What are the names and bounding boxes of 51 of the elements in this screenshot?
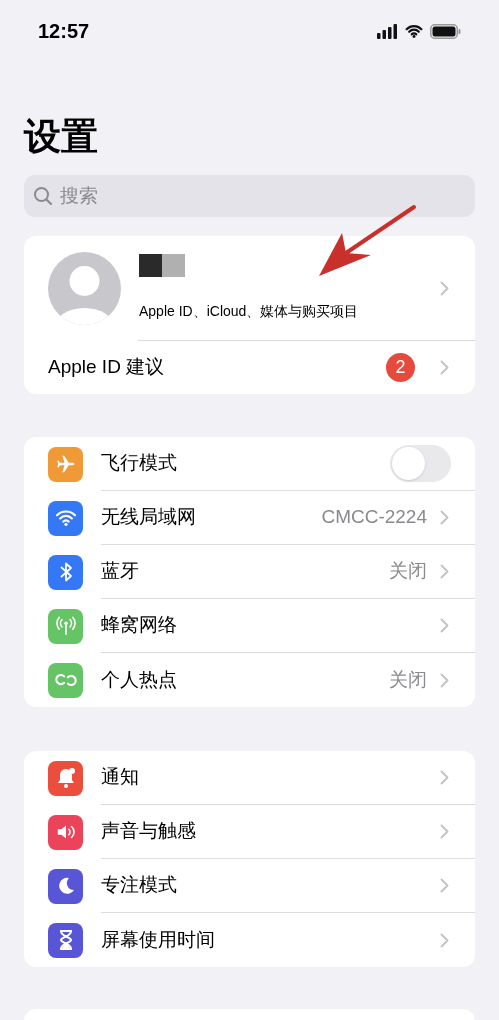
wifi-icon	[54, 509, 77, 527]
search-icon	[33, 186, 53, 206]
chevron-icon	[440, 824, 449, 839]
row-label: 通知	[101, 765, 140, 790]
settings-row[interactable]: 无线局域网 CMCC-2224	[24, 491, 475, 545]
settings-row[interactable]: 蜂窝网络	[24, 599, 475, 653]
settings-row[interactable]: 屏幕使用时间	[24, 913, 475, 967]
antenna-icon	[54, 616, 77, 636]
bluetooth-icon	[58, 561, 73, 583]
account-subtitle: Apple ID、iCloud、媒体与购买项目	[139, 302, 360, 321]
row-label: 屏幕使用时间	[101, 927, 216, 952]
row-label: 蜂窝网络	[101, 613, 178, 638]
row-value: 关闭	[389, 667, 427, 692]
chevron-icon	[440, 770, 449, 785]
account-row[interactable]: Apple ID、iCloud、媒体与购买项目	[24, 236, 475, 340]
chevron-icon	[440, 932, 449, 948]
chevron-icon	[440, 360, 449, 375]
settings-row[interactable]: 蓝牙 关闭	[24, 545, 475, 599]
row-label: 专注模式	[101, 873, 178, 898]
settings-row[interactable]: 声音与触感	[24, 805, 475, 859]
hourglass-icon	[57, 929, 74, 951]
row-value: 关闭	[389, 559, 427, 584]
airplane-icon	[54, 453, 77, 475]
row-label: Apple ID 建议	[48, 355, 166, 380]
count-badge: 2	[386, 353, 415, 382]
settings-row[interactable]: 个人热点 关闭	[24, 653, 475, 707]
row-label: 无线局域网	[101, 505, 197, 530]
suggestion-row[interactable]: Apple ID 建议 2	[24, 341, 475, 394]
battery-icon	[430, 23, 461, 39]
row-value: CMCC-2224	[321, 505, 427, 530]
row-label: 声音与触感	[101, 819, 197, 844]
settings-row[interactable]: 专注模式	[24, 859, 475, 913]
chevron-icon	[440, 510, 449, 525]
chevron-icon	[440, 672, 449, 688]
wifi-icon	[405, 24, 423, 38]
row-label: 个人热点	[101, 667, 178, 692]
status-time: 12:57	[38, 19, 90, 44]
toggle-switch[interactable]	[390, 445, 451, 482]
chevron-icon	[440, 280, 449, 296]
page-title: 设置	[24, 115, 99, 159]
row-label: 飞行模式	[101, 451, 178, 476]
row-label: 蓝牙	[101, 559, 140, 584]
search-field[interactable]: 搜索	[24, 175, 475, 217]
chevron-icon	[440, 564, 449, 579]
settings-row[interactable]: 飞行模式	[24, 437, 475, 491]
signal-icon	[377, 23, 398, 39]
settings-row[interactable]: 通知	[24, 751, 475, 805]
chevron-icon	[440, 878, 449, 893]
chevron-icon	[440, 618, 449, 633]
redaction-block	[139, 254, 185, 277]
bell-icon	[55, 767, 76, 789]
